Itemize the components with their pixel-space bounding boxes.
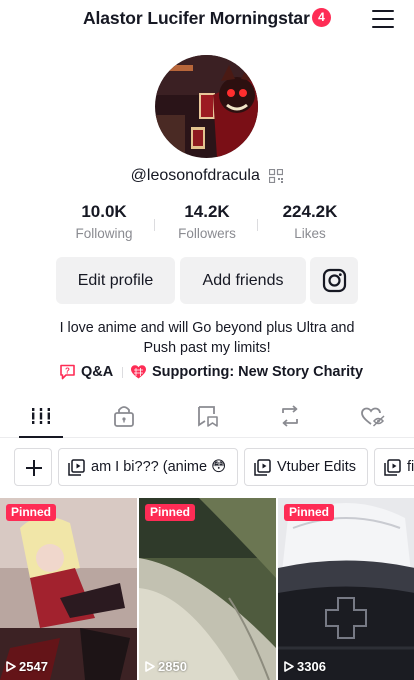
video-thumbnail-image bbox=[0, 498, 137, 680]
following-label: Following bbox=[75, 226, 133, 241]
notification-badge[interactable]: 4 bbox=[312, 8, 331, 27]
avatar[interactable] bbox=[155, 55, 258, 158]
stat-following[interactable]: 10.0K Following bbox=[52, 202, 156, 241]
likes-count: 224.2K bbox=[282, 202, 338, 221]
playlist-icon bbox=[254, 459, 271, 476]
username-row: @leosonofdracula bbox=[0, 167, 414, 189]
svg-text:?: ? bbox=[65, 367, 70, 376]
play-icon bbox=[145, 661, 155, 672]
profile-links: ? Q&A Supporting: New Story Charity bbox=[0, 362, 414, 382]
likes-label: Likes bbox=[294, 226, 326, 241]
bio-line: Push past my limits! bbox=[143, 340, 271, 356]
profile-stats: 10.0K Following 14.2K Followers 224.2K L… bbox=[0, 202, 414, 246]
repost-icon[interactable] bbox=[270, 404, 310, 428]
qa-icon: ? bbox=[60, 364, 75, 380]
playlist-chip[interactable]: fi bbox=[374, 448, 414, 486]
charity-heart-icon bbox=[131, 365, 146, 379]
menu-icon[interactable] bbox=[372, 10, 394, 28]
instagram-button[interactable] bbox=[310, 257, 358, 304]
video-thumbnail[interactable]: Pinned 2547 bbox=[0, 498, 137, 680]
bookmark-icon[interactable] bbox=[187, 404, 227, 428]
playlists-row: am I bi??? (anime 😳 Vtuber Edits fi bbox=[0, 448, 414, 486]
followers-count: 14.2K bbox=[184, 202, 230, 221]
view-count-value: 3306 bbox=[297, 659, 326, 674]
grid-icon[interactable] bbox=[21, 404, 61, 428]
view-count-value: 2547 bbox=[19, 659, 48, 674]
playlist-label: Vtuber Edits bbox=[277, 459, 356, 475]
stat-likes[interactable]: 224.2K Likes bbox=[258, 202, 362, 241]
followers-label: Followers bbox=[178, 226, 236, 241]
profile-tabs bbox=[0, 400, 414, 438]
playlist-icon bbox=[68, 459, 85, 476]
add-friends-button[interactable]: Add friends bbox=[180, 257, 306, 304]
hidden-heart-icon[interactable] bbox=[353, 404, 393, 428]
qa-link[interactable]: Q&A bbox=[81, 362, 113, 382]
play-icon bbox=[284, 661, 294, 672]
qr-code-icon[interactable] bbox=[269, 169, 284, 183]
playlist-icon bbox=[384, 459, 401, 476]
following-count: 10.0K bbox=[81, 202, 127, 221]
instagram-icon bbox=[322, 268, 347, 293]
view-count-value: 2850 bbox=[158, 659, 187, 674]
video-thumbnail-image bbox=[278, 498, 414, 680]
profile-display-name[interactable]: Alastor Lucifer Morningstar bbox=[83, 8, 310, 29]
video-thumbnail[interactable]: Pinned 3306 bbox=[278, 498, 414, 680]
charity-link[interactable]: Supporting: New Story Charity bbox=[152, 362, 363, 382]
view-count: 3306 bbox=[284, 660, 326, 674]
pinned-badge: Pinned bbox=[284, 504, 335, 521]
lock-icon[interactable] bbox=[104, 404, 144, 428]
edit-profile-button[interactable]: Edit profile bbox=[56, 257, 175, 304]
playlist-chip[interactable]: Vtuber Edits bbox=[244, 448, 368, 486]
profile-header: Alastor Lucifer Morningstar 4 bbox=[0, 0, 414, 38]
play-icon bbox=[6, 661, 16, 672]
pinned-badge: Pinned bbox=[145, 504, 196, 521]
view-count: 2850 bbox=[145, 660, 187, 674]
plus-icon bbox=[26, 460, 42, 476]
link-divider bbox=[122, 367, 123, 378]
stat-followers[interactable]: 14.2K Followers bbox=[155, 202, 259, 241]
username: @leosonofdracula bbox=[130, 167, 260, 184]
pinned-badge: Pinned bbox=[6, 504, 57, 521]
add-playlist-button[interactable] bbox=[14, 448, 52, 486]
active-tab-indicator bbox=[19, 436, 63, 438]
playlist-label: am I bi??? (anime 😳 bbox=[91, 459, 227, 475]
video-grid: Pinned 2547 Pinned 2850 Pinned 3306 bbox=[0, 498, 414, 680]
bio-line: I love anime and will Go beyond plus Ult… bbox=[59, 320, 355, 336]
view-count: 2547 bbox=[6, 660, 48, 674]
profile-bio: I love anime and will Go beyond plus Ult… bbox=[0, 318, 414, 358]
playlist-label: fi bbox=[407, 459, 414, 475]
video-thumbnail[interactable]: Pinned 2850 bbox=[139, 498, 276, 680]
playlist-chip[interactable]: am I bi??? (anime 😳 bbox=[58, 448, 238, 486]
video-thumbnail-image bbox=[139, 498, 276, 680]
